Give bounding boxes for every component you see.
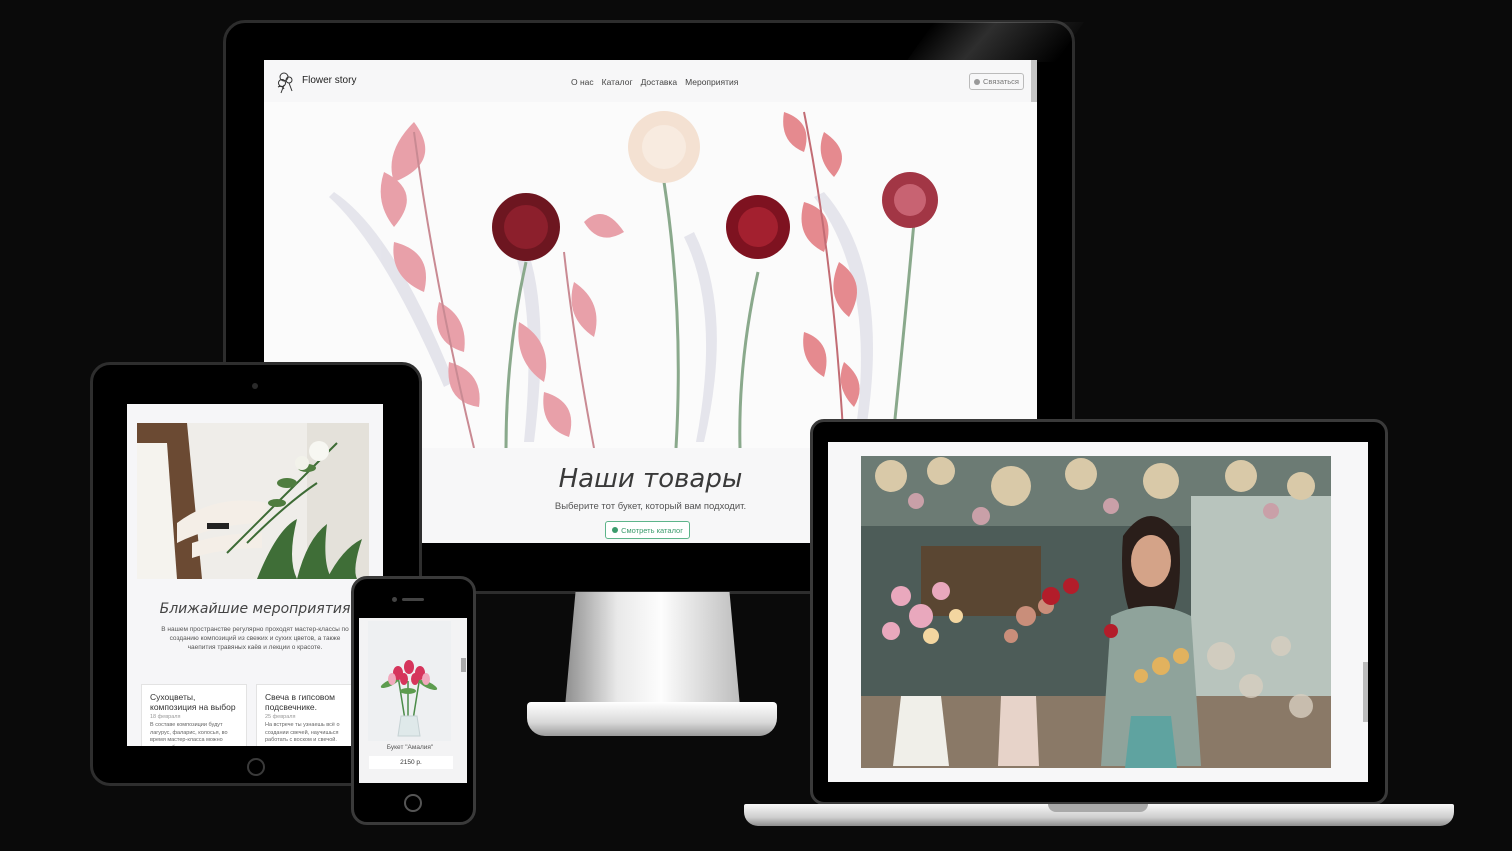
nav-link-catalog[interactable]: Каталог	[602, 77, 633, 87]
phone-home-button[interactable]	[404, 794, 422, 812]
nav-link-events[interactable]: Мероприятия	[685, 77, 738, 87]
flower-logo-icon[interactable]	[272, 67, 300, 95]
product-price: 2150 р.	[369, 756, 453, 769]
phone-speaker	[402, 598, 424, 601]
monitor-stand	[565, 592, 740, 707]
laptop-screen	[828, 442, 1368, 782]
event-title: Свеча в гипсовом подсвечнике.	[265, 692, 335, 712]
laptop-scrollbar[interactable]	[1363, 662, 1368, 722]
events-description: В нашем пространстве регулярно проходят …	[161, 626, 349, 651]
florist-shop-image	[861, 456, 1331, 768]
phone-icon	[974, 78, 980, 85]
florist-hands-image	[137, 423, 369, 579]
brand-name[interactable]: Flower story	[302, 75, 356, 86]
catalog-icon	[612, 527, 619, 533]
product-name: Букет "Амалия"	[386, 744, 434, 751]
desktop-nav-links: О нас Каталог Доставка Мероприятия	[571, 77, 738, 87]
event-title: Сухоцветы, композиция на выбор	[150, 692, 236, 712]
bouquet-image[interactable]	[368, 621, 451, 741]
view-catalog-label: Смотреть каталог	[621, 525, 683, 535]
event-card[interactable]: Свеча в гипсовом подсвечнике. 25 февраля…	[256, 684, 362, 746]
monitor-glare	[905, 22, 1085, 62]
nav-link-delivery[interactable]: Доставка	[641, 77, 678, 87]
desktop-navbar: Flower story О нас Каталог Доставка Меро…	[264, 60, 1037, 102]
event-text: В составе композиции будут лагурус, фала…	[150, 722, 228, 746]
tablet-screen: Ближайшие мероприятия В нашем пространст…	[127, 404, 383, 746]
laptop-notch	[1048, 804, 1148, 812]
event-date: 18 февраля	[150, 714, 181, 720]
event-card[interactable]: Сухоцветы, композиция на выбор 18 феврал…	[141, 684, 247, 746]
event-date: 25 февраля	[265, 714, 296, 720]
events-title: Ближайшие мероприятия	[159, 601, 351, 617]
view-catalog-button[interactable]: Смотреть каталог	[605, 521, 690, 539]
phone-scrollbar[interactable]	[461, 658, 466, 672]
contact-button[interactable]: Связаться	[969, 73, 1024, 90]
phone-screen: Букет "Амалия" 2150 р.	[359, 618, 467, 783]
phone-camera	[392, 597, 397, 602]
tablet-home-button[interactable]	[247, 758, 265, 776]
tablet-camera	[252, 383, 258, 389]
event-text: На встрече ты узнаешь всё о создании све…	[265, 722, 340, 743]
contact-button-label: Связаться	[983, 77, 1019, 86]
nav-link-about[interactable]: О нас	[571, 77, 594, 87]
monitor-base	[527, 702, 777, 736]
